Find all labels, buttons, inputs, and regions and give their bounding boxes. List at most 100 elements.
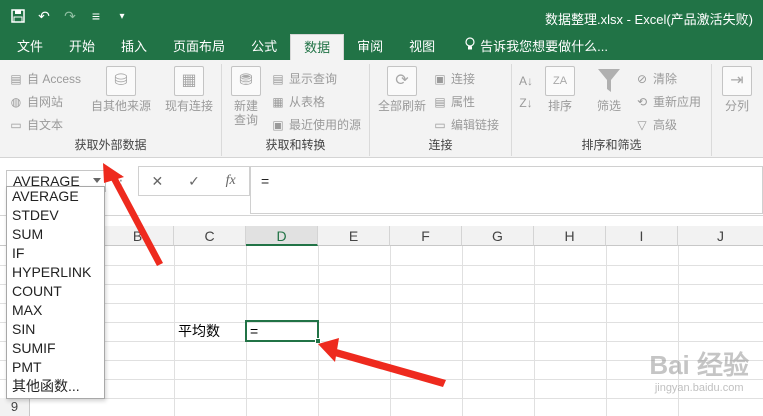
group-label-transform: 获取和转换 <box>265 138 326 152</box>
tab-formulas[interactable]: 公式 <box>238 34 290 60</box>
tab-page-layout[interactable]: 页面布局 <box>160 34 238 60</box>
gridline <box>0 303 763 304</box>
from-table-button[interactable]: ▦ 从表格 <box>270 93 325 110</box>
refresh-all-button[interactable]: ⟳ 全部刷新 <box>374 66 430 113</box>
tell-me-text: 告诉我您想要做什么... <box>480 39 608 54</box>
recent-sources-icon: ▣ <box>272 117 284 132</box>
chevron-down-icon[interactable] <box>93 178 101 183</box>
text-file-icon: ▭ <box>10 117 22 132</box>
group-get-external-data: ▤ 自 Access ◍ 自网站 ▭ 自文本 ⛁ 自其他来源 ▦ 现有连接 获取外部数… <box>0 64 222 156</box>
title-bar: ↶ ↷ ≡ ▾ 数据整理.xlsx - Excel(产品激活失败) <box>0 0 763 34</box>
edit-links-button[interactable]: ▭ 编辑链接 <box>432 116 499 133</box>
baidu-jingyan-watermark: Bai 经验 jingyan.baidu.com <box>649 345 749 394</box>
clear-filter-icon: ⊘ <box>636 71 648 86</box>
column-header-i[interactable]: I <box>606 226 678 246</box>
clear-filter-button[interactable]: ⊘ 清除 <box>634 70 677 87</box>
tab-insert[interactable]: 插入 <box>108 34 160 60</box>
access-icon: ▤ <box>10 71 22 86</box>
form-icon[interactable]: ≡ <box>86 6 106 26</box>
tab-view[interactable]: 视图 <box>396 34 448 60</box>
from-other-sources-button[interactable]: ⛁ 自其他来源 <box>88 66 154 113</box>
save-icon[interactable] <box>8 6 28 26</box>
column-header-c[interactable]: C <box>174 226 246 246</box>
filter-button[interactable]: 筛选 <box>586 66 632 113</box>
connections-button[interactable]: ▣ 连接 <box>432 70 475 87</box>
recent-sources-button[interactable]: ▣ 最近使用的源 <box>270 116 361 133</box>
redo-icon[interactable]: ↷ <box>60 6 80 26</box>
formula-bar-resize-handle[interactable]: ⋮ <box>114 172 128 189</box>
gridline <box>462 246 463 416</box>
group-sort-filter: A↓ Z↓ ZA 排序 筛选 ⊘ 清除 ⟲ 重新应用 ▽ 高级 排序和筛选 <box>512 64 712 156</box>
function-item-more[interactable]: 其他函数... <box>7 377 104 396</box>
column-header-g[interactable]: G <box>462 226 534 246</box>
function-item-average[interactable]: AVERAGE <box>7 187 104 206</box>
web-icon: ◍ <box>10 94 22 109</box>
gridline <box>0 284 763 285</box>
new-query-button[interactable]: ⛃ 新建 查询 <box>226 66 266 127</box>
other-sources-icon: ⛁ <box>106 66 136 96</box>
gridline <box>534 246 535 416</box>
quick-access-toolbar: ↶ ↷ ≡ ▾ <box>8 6 132 26</box>
function-item-pmt[interactable]: PMT <box>7 358 104 377</box>
active-cell-d[interactable]: = <box>245 320 319 342</box>
function-item-hyperlink[interactable]: HYPERLINK <box>7 263 104 282</box>
sort-descending-icon[interactable]: Z↓ <box>518 96 534 110</box>
group-connections: ⟳ 全部刷新 ▣ 连接 ▤ 属性 ▭ 编辑链接 连接 <box>370 64 512 156</box>
ribbon-data: ▤ 自 Access ◍ 自网站 ▭ 自文本 ⛁ 自其他来源 ▦ 现有连接 获取外部数… <box>0 60 763 158</box>
function-item-sumif[interactable]: SUMIF <box>7 339 104 358</box>
sort-az-za: A↓ Z↓ <box>518 74 534 110</box>
gridline <box>0 322 763 323</box>
gridline <box>606 246 607 416</box>
properties-button[interactable]: ▤ 属性 <box>432 93 475 110</box>
reapply-button[interactable]: ⟲ 重新应用 <box>634 93 701 110</box>
show-queries-button[interactable]: ▤ 显示查询 <box>270 70 337 87</box>
column-header-f[interactable]: F <box>390 226 462 246</box>
table-icon: ▦ <box>272 94 284 109</box>
advanced-filter-button[interactable]: ▽ 高级 <box>634 116 677 133</box>
enter-check-icon[interactable]: ✓ <box>183 173 205 190</box>
row-header-9[interactable]: 9 <box>0 398 30 416</box>
tab-data[interactable]: 数据 <box>290 34 345 60</box>
customize-qat-icon[interactable]: ▾ <box>112 6 132 26</box>
active-cell-value: = <box>250 323 259 339</box>
function-item-sin[interactable]: SIN <box>7 320 104 339</box>
function-item-max[interactable]: MAX <box>7 301 104 320</box>
function-item-sum[interactable]: SUM <box>7 225 104 244</box>
column-header-b[interactable]: B <box>102 226 174 246</box>
sort-ascending-icon[interactable]: A↓ <box>518 74 534 88</box>
function-dropdown: AVERAGE STDEV SUM IF HYPERLINK COUNT MAX… <box>6 186 105 399</box>
function-item-if[interactable]: IF <box>7 244 104 263</box>
from-access-button[interactable]: ▤ 自 Access <box>8 70 81 87</box>
group-get-transform: ⛃ 新建 查询 ▤ 显示查询 ▦ 从表格 ▣ 最近使用的源 获取和转换 <box>222 64 370 156</box>
column-header-d[interactable]: D <box>246 226 318 246</box>
from-text-button[interactable]: ▭ 自文本 <box>8 116 63 133</box>
from-web-button[interactable]: ◍ 自网站 <box>8 93 63 110</box>
cell-c-label[interactable]: 平均数 <box>178 322 220 341</box>
column-header-e[interactable]: E <box>318 226 390 246</box>
column-header-j[interactable]: J <box>678 226 763 246</box>
insert-function-icon[interactable]: fx <box>220 173 242 189</box>
formula-input[interactable]: = <box>250 166 763 214</box>
advanced-filter-icon: ▽ <box>637 117 647 132</box>
sort-button[interactable]: ZA 排序 <box>540 66 580 113</box>
gridline <box>0 398 763 399</box>
tab-file[interactable]: 文件 <box>4 34 56 60</box>
existing-connections-button[interactable]: ▦ 现有连接 <box>160 66 218 113</box>
tell-me-box[interactable]: 告诉我您想要做什么... <box>448 34 621 60</box>
text-to-columns-button[interactable]: ⇥ 分列 <box>714 66 760 113</box>
filter-icon <box>594 66 624 96</box>
window-title: 数据整理.xlsx - Excel(产品激活失败) <box>544 12 753 27</box>
reapply-icon: ⟲ <box>636 94 648 109</box>
fill-handle[interactable] <box>315 338 321 344</box>
function-item-stdev[interactable]: STDEV <box>7 206 104 225</box>
undo-icon[interactable]: ↶ <box>34 6 54 26</box>
function-item-count[interactable]: COUNT <box>7 282 104 301</box>
group-data-tools: ⇥ 分列 <box>712 64 763 156</box>
column-header-h[interactable]: H <box>534 226 606 246</box>
ribbon-tabs: 文件 开始 插入 页面布局 公式 数据 审阅 视图 告诉我您想要做什么... <box>0 34 763 60</box>
connections-icon: ▦ <box>174 66 204 96</box>
tab-home[interactable]: 开始 <box>56 34 108 60</box>
cancel-icon[interactable]: ✕ <box>146 173 168 190</box>
group-label-connections: 连接 <box>428 138 453 152</box>
tab-review[interactable]: 审阅 <box>344 34 396 60</box>
